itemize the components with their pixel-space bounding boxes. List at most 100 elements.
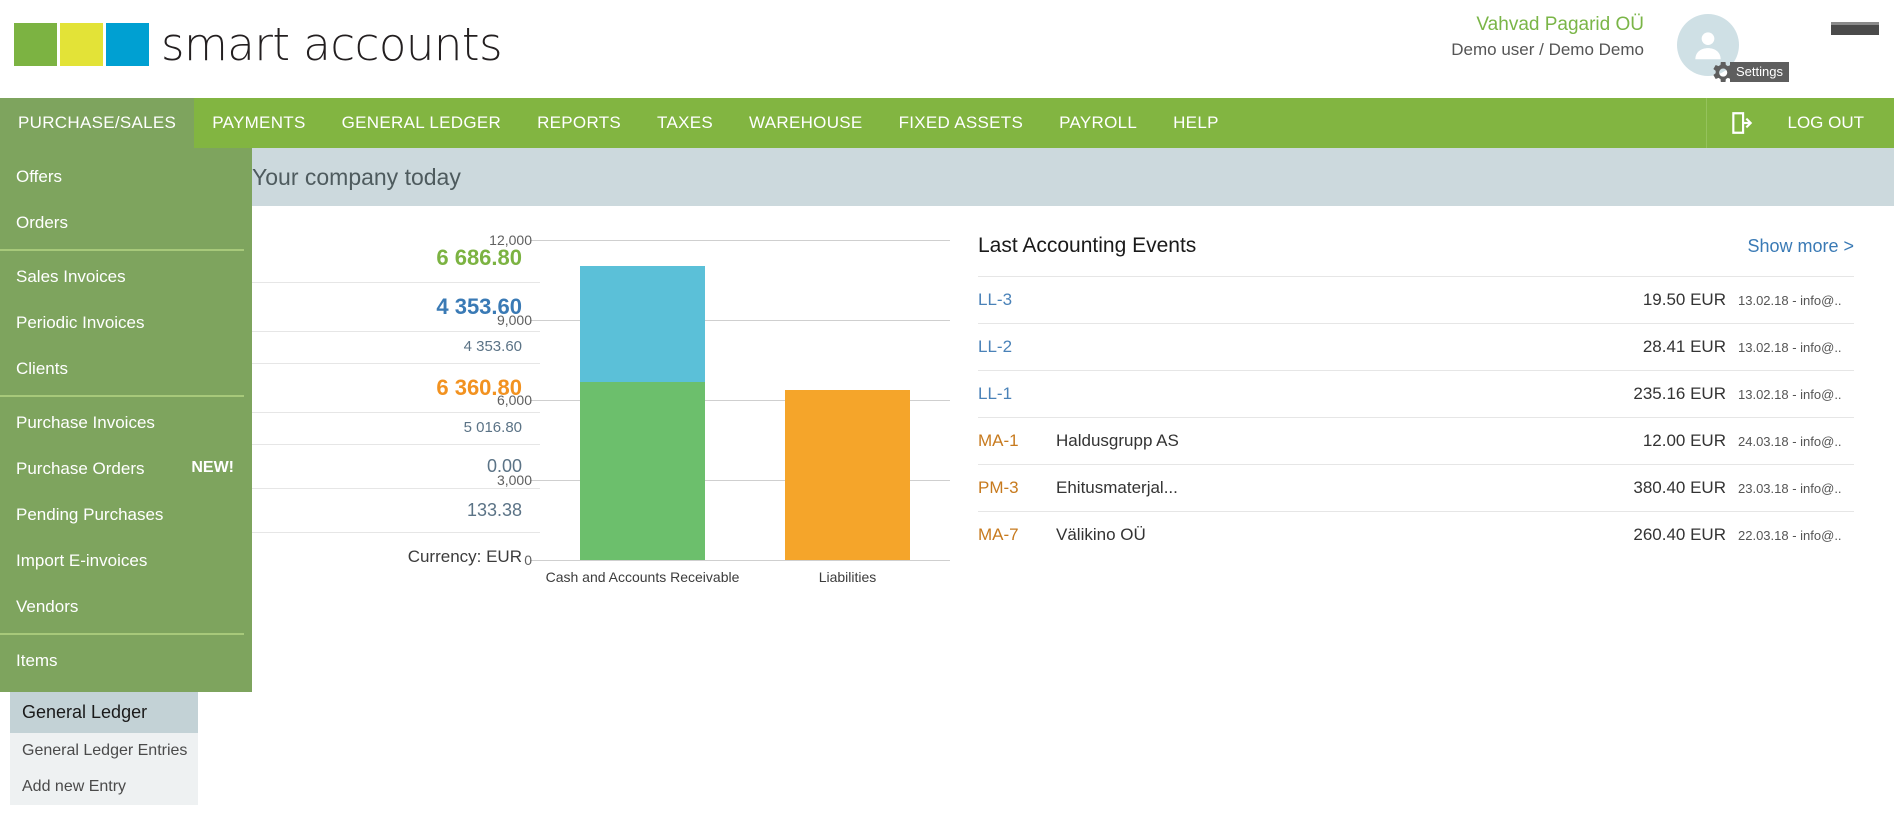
- nav-item-warehouse[interactable]: WAREHOUSE: [731, 98, 881, 148]
- event-code-link[interactable]: LL-1: [978, 384, 1056, 404]
- event-code-link[interactable]: MA-1: [978, 431, 1056, 451]
- logout-icon: [1732, 112, 1753, 134]
- summary-value-receivable-overdue: 4 353.60: [463, 338, 522, 355]
- event-code-link[interactable]: MA-7: [978, 525, 1056, 545]
- event-amount: 260.40 EUR: [1633, 525, 1726, 544]
- nav-item-payments[interactable]: PAYMENTS: [194, 98, 323, 148]
- nav-item-reports[interactable]: REPORTS: [519, 98, 639, 148]
- logo-square-yellow: [60, 23, 103, 66]
- chart-y-tick-label: 6,000: [496, 392, 532, 408]
- dropdown-item-orders[interactable]: Orders: [0, 200, 252, 246]
- nav-item-fixed-assets[interactable]: FIXED ASSETS: [881, 98, 1042, 148]
- event-row[interactable]: LL-3 19.50 EUR 13.02.18 - info@..: [978, 276, 1854, 323]
- summary-value-offers-amount: 133.38: [466, 500, 522, 520]
- chart-y-tick-label: 0: [524, 552, 532, 568]
- dropdown-item-purchase-orders[interactable]: Purchase Orders NEW!: [0, 446, 252, 492]
- nav-item-taxes[interactable]: TAXES: [639, 98, 731, 148]
- new-badge: NEW!: [191, 459, 234, 476]
- window-control-bar[interactable]: [1831, 22, 1879, 35]
- nav-item-help[interactable]: HELP: [1155, 98, 1237, 148]
- event-code-link[interactable]: LL-2: [978, 337, 1056, 357]
- last-accounting-events-panel: Last Accounting Events Show more > LL-3 1…: [970, 234, 1894, 567]
- dropdown-item-periodic-invoices[interactable]: Periodic Invoices: [0, 300, 252, 346]
- event-date-author: 23.03.18 - info@..: [1738, 481, 1842, 496]
- summary-value-liabilities-overdue: 5 016.80: [463, 419, 522, 436]
- dropdown-item-import-e-invoices[interactable]: Import E-invoices: [0, 538, 252, 584]
- dropdown-item-offers[interactable]: Offers: [0, 154, 252, 200]
- event-amount: 12.00 EUR: [1642, 431, 1726, 450]
- event-amount: 235.16 EUR: [1633, 384, 1726, 403]
- purchase-sales-dropdown: Offers Orders Sales Invoices Periodic Invoi…: [0, 148, 252, 692]
- dropdown-item-label: Periodic Invoices: [16, 313, 145, 332]
- company-name: Vahvad Pagarid OÜ: [1476, 14, 1644, 35]
- chart-bar-segment: [785, 390, 910, 560]
- event-date-author: 13.02.18 - info@..: [1738, 387, 1842, 402]
- event-row[interactable]: MA-7 Välikino OÜ 260.40 EUR 22.03.18 - info…: [978, 511, 1854, 558]
- dropdown-item-label: Import E-invoices: [16, 551, 148, 570]
- logo-square-blue: [106, 23, 149, 66]
- general-ledger-submenu: General Ledger General Ledger Entries Ad…: [10, 692, 198, 805]
- page-title-bar: Your company today: [0, 148, 1894, 206]
- event-row[interactable]: LL-2 28.41 EUR 13.02.18 - info@..: [978, 323, 1854, 370]
- nav-item-payroll[interactable]: PAYROLL: [1041, 98, 1155, 148]
- event-amount: 28.41 EUR: [1642, 337, 1726, 356]
- event-code-link[interactable]: LL-3: [978, 290, 1056, 310]
- event-amount: 380.40 EUR: [1633, 478, 1726, 497]
- dropdown-item-clients[interactable]: Clients: [0, 346, 252, 392]
- chart-plot-area: 0 3,000 6,000 9,000 12,000 Cash and Accounts …: [489, 232, 950, 585]
- event-amount: 19.50 EUR: [1642, 290, 1726, 309]
- dropdown-item-label: Items: [16, 651, 58, 670]
- chart-y-tick-label: 9,000: [496, 312, 532, 328]
- dropdown-item-label: Purchase Invoices: [16, 413, 155, 432]
- event-row[interactable]: PM-3 Ehitusmaterjal... 380.40 EUR 23.03.18 …: [978, 464, 1854, 511]
- event-code-link[interactable]: PM-3: [978, 478, 1056, 498]
- dropdown-item-vendors[interactable]: Vendors: [0, 584, 252, 630]
- nav-item-purchase-sales[interactable]: PURCHASE/SALES: [0, 98, 195, 148]
- dropdown-item-label: Clients: [16, 359, 68, 378]
- dropdown-item-items[interactable]: Items: [0, 638, 252, 684]
- brand-logo[interactable]: smart accounts: [14, 18, 503, 71]
- chart-gridline: [540, 240, 950, 241]
- chart-x-tick-label: Liabilities: [818, 569, 877, 585]
- event-date-author: 13.02.18 - info@..: [1738, 340, 1842, 355]
- dropdown-item-pending-purchases[interactable]: Pending Purchases: [0, 492, 252, 538]
- event-row[interactable]: LL-1 235.16 EUR 13.02.18 - info@..: [978, 370, 1854, 417]
- page-content: Cash: 6 686.80 Accounts Receivable: 4 35…: [0, 206, 1894, 585]
- event-party-name: Haldusgrupp AS: [1056, 431, 1179, 450]
- dropdown-item-purchase-invoices[interactable]: Purchase Invoices: [0, 400, 252, 446]
- navbar-right: LOG OUT: [1706, 98, 1894, 148]
- event-date-author: 22.03.18 - info@..: [1738, 528, 1842, 543]
- settings-label: Settings: [1730, 62, 1789, 82]
- dropdown-item-sales-invoices[interactable]: Sales Invoices: [0, 254, 252, 300]
- dropdown-separator: [0, 249, 244, 251]
- dropdown-separator: [0, 633, 244, 635]
- nav-item-general-ledger[interactable]: GENERAL LEDGER: [324, 98, 519, 148]
- chart-bar-segment: [580, 265, 705, 382]
- summary-value-cash: 6 686.80: [436, 245, 522, 270]
- logo-square-green: [14, 23, 57, 66]
- submenu-item-add-new-entry[interactable]: Add new Entry: [10, 769, 198, 805]
- chart-bar[interactable]: [785, 390, 910, 560]
- chart-bar[interactable]: [580, 265, 705, 560]
- settings-button[interactable]: Settings: [1708, 58, 1789, 86]
- events-title: Last Accounting Events: [978, 234, 1197, 257]
- event-date-author: 24.03.18 - info@..: [1738, 434, 1842, 449]
- chart-y-tick-label: 12,000: [489, 232, 532, 248]
- app-root: smart accounts Vahvad Pagarid OÜ Demo us…: [0, 0, 1894, 813]
- balance-chart: 0 3,000 6,000 9,000 12,000 Cash and Accounts …: [489, 232, 970, 585]
- dropdown-item-label: Sales Invoices: [16, 267, 126, 286]
- logo-text: smart accounts: [161, 18, 503, 71]
- submenu-header-general-ledger[interactable]: General Ledger: [10, 692, 198, 733]
- dropdown-separator: [0, 395, 244, 397]
- page-title: Your company today: [252, 163, 461, 190]
- app-header: smart accounts Vahvad Pagarid OÜ Demo us…: [0, 0, 1894, 98]
- chart-bar-segment: [580, 381, 705, 560]
- logout-button[interactable]: LOG OUT: [1777, 98, 1894, 148]
- logout-icon-button[interactable]: [1706, 98, 1777, 148]
- events-show-more-link[interactable]: Show more >: [1747, 236, 1854, 257]
- submenu-item-general-ledger-entries[interactable]: General Ledger Entries: [10, 733, 198, 769]
- event-row[interactable]: MA-1 Haldusgrupp AS 12.00 EUR 24.03.18 - in…: [978, 417, 1854, 464]
- event-party-name: Välikino OÜ: [1056, 525, 1146, 544]
- events-list: LL-3 19.50 EUR 13.02.18 - info@.. LL-2 28.41…: [978, 276, 1854, 558]
- dropdown-item-label: Offers: [16, 167, 62, 186]
